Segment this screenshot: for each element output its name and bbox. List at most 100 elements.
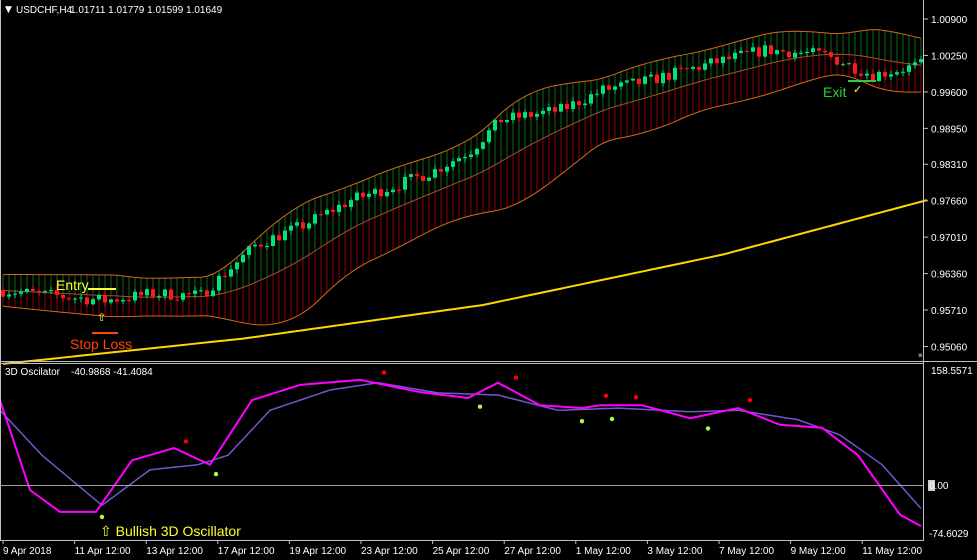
candle-body bbox=[151, 289, 155, 297]
candle-body bbox=[133, 291, 137, 301]
time-tick-label: 9 May 12:00 bbox=[791, 546, 846, 557]
time-tick-label: 17 Apr 12:00 bbox=[218, 546, 275, 557]
candle-body bbox=[691, 66, 695, 69]
candle-body bbox=[253, 244, 257, 247]
time-tick-label: 25 Apr 12:00 bbox=[433, 546, 490, 557]
candle-body bbox=[811, 48, 815, 52]
candle-body bbox=[607, 85, 611, 90]
candle-body bbox=[403, 176, 407, 190]
candle-body bbox=[655, 74, 659, 84]
candles bbox=[1, 40, 923, 307]
candle-body bbox=[553, 107, 557, 112]
candle-body bbox=[589, 94, 593, 104]
exit-check-icon: ✓ bbox=[853, 83, 862, 96]
ma-line bbox=[2, 199, 928, 365]
candle-body bbox=[373, 189, 377, 194]
candle-body bbox=[445, 166, 449, 172]
osc-signal-dot-green bbox=[579, 418, 585, 424]
candle-body bbox=[625, 80, 629, 83]
candle-body bbox=[901, 71, 905, 73]
candle-body bbox=[223, 275, 227, 277]
price-tick-label: 0.97010 bbox=[931, 233, 968, 244]
candle-body bbox=[277, 235, 281, 241]
candle-body bbox=[619, 82, 623, 87]
candle-body bbox=[241, 254, 245, 263]
candle-body bbox=[565, 103, 569, 109]
candle-body bbox=[511, 112, 515, 120]
candle-body bbox=[433, 169, 437, 178]
osc-signal-dot-green bbox=[477, 404, 483, 409]
price-axis: 1.00900 1.00250 0.99600 0.98950 0.98310 0.976… bbox=[924, 15, 968, 353]
time-tick-label: 3 May 12:00 bbox=[647, 546, 702, 557]
candle-body bbox=[367, 193, 371, 197]
candle-body bbox=[205, 290, 209, 296]
price-tick-label: 0.95710 bbox=[931, 306, 968, 317]
candle-body bbox=[313, 214, 317, 224]
candle-body bbox=[73, 298, 77, 300]
price-tick-label: 0.95060 bbox=[931, 342, 968, 353]
candle-body bbox=[91, 299, 95, 305]
candle-body bbox=[247, 246, 251, 255]
price-tick-label: 0.97660 bbox=[931, 197, 968, 208]
candle-body bbox=[463, 156, 467, 159]
chart-canvas[interactable]: 1.00900 1.00250 0.99600 0.98950 0.98310 0.976… bbox=[0, 0, 977, 560]
osc-slow-line bbox=[0, 381, 922, 509]
candle-body bbox=[517, 112, 521, 118]
candle-body bbox=[337, 204, 341, 212]
candle-body bbox=[847, 63, 851, 65]
candle-body bbox=[751, 47, 755, 52]
candle-body bbox=[97, 294, 101, 300]
candle-body bbox=[85, 297, 89, 305]
candle-body bbox=[199, 290, 203, 292]
candle-body bbox=[217, 275, 221, 291]
candle-body bbox=[727, 56, 731, 59]
candle-body bbox=[499, 119, 503, 123]
candle-body bbox=[787, 51, 791, 58]
candle-body bbox=[703, 63, 707, 70]
candle-body bbox=[211, 290, 215, 296]
candle-body bbox=[829, 52, 833, 57]
candle-body bbox=[19, 291, 23, 294]
candle-body bbox=[61, 295, 65, 299]
candle-body bbox=[895, 72, 899, 75]
oscillator-values: -40.9868 -41.4084 bbox=[71, 367, 153, 378]
candle-body bbox=[397, 189, 401, 191]
time-tick-label: 9 Apr 2018 bbox=[3, 546, 52, 557]
candle-body bbox=[265, 246, 269, 248]
oscillator-pane bbox=[0, 370, 922, 528]
candle-body bbox=[805, 51, 809, 53]
symbol-timeframe: USDCHF,H4 bbox=[16, 5, 73, 16]
osc-signal-dot-red bbox=[183, 439, 189, 444]
candle-body bbox=[349, 200, 353, 207]
candle-body bbox=[283, 230, 287, 241]
candle-body bbox=[907, 65, 911, 72]
oscillator-name: 3D Oscilator bbox=[5, 367, 61, 378]
osc-signal-dot-red bbox=[633, 395, 639, 400]
candle-body bbox=[103, 294, 107, 303]
candle-body bbox=[37, 290, 41, 292]
candle-body bbox=[481, 142, 485, 149]
candle-body bbox=[115, 299, 119, 302]
candle-body bbox=[229, 269, 233, 277]
candle-body bbox=[235, 262, 239, 270]
candle-body bbox=[835, 56, 839, 65]
candle-body bbox=[889, 74, 893, 77]
symbol-menu-triangle-icon[interactable]: ▼ bbox=[5, 5, 12, 15]
time-tick-label: 19 Apr 12:00 bbox=[289, 546, 346, 557]
osc-axis-bottom: -74.6029 bbox=[929, 529, 969, 540]
candle-body bbox=[523, 112, 527, 118]
candle-body bbox=[631, 78, 635, 81]
candle-body bbox=[187, 293, 191, 295]
candle-body bbox=[799, 52, 803, 54]
time-tick-label: 7 May 12:00 bbox=[719, 546, 774, 557]
candle-body bbox=[325, 209, 329, 215]
candle-body bbox=[145, 289, 149, 296]
candle-body bbox=[649, 74, 653, 77]
candle-body bbox=[559, 103, 563, 112]
bullish-oscillator-label: ⇧ Bullish 3D Oscillator bbox=[100, 523, 241, 539]
candle-body bbox=[643, 76, 647, 84]
candle-body bbox=[613, 86, 617, 90]
scroll-marker[interactable]: ▪ bbox=[918, 351, 923, 359]
candle-body bbox=[127, 300, 131, 302]
candle-body bbox=[157, 296, 161, 298]
